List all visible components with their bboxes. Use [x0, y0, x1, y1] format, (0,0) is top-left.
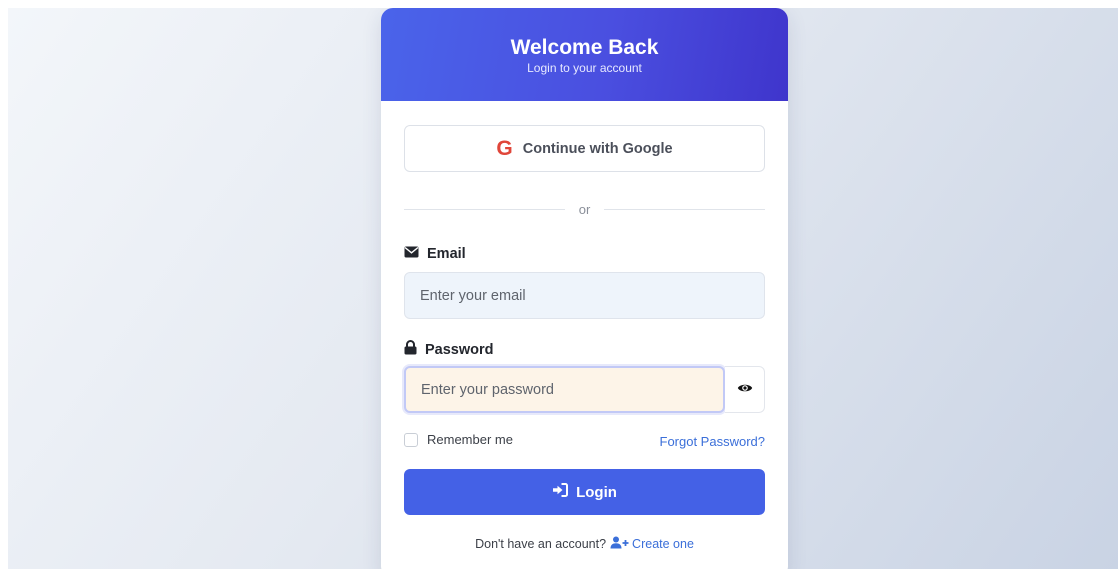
- remember-me-label: Remember me: [427, 432, 513, 447]
- signup-prompt-text: Don't have an account?: [475, 537, 607, 551]
- remember-me[interactable]: Remember me: [404, 432, 513, 447]
- signup-prompt: Don't have an account? Create one: [381, 536, 788, 552]
- create-account-link[interactable]: Create one: [610, 536, 694, 552]
- card-header: Welcome Back Login to your account: [381, 8, 788, 101]
- email-label-text: Email: [427, 246, 466, 262]
- user-plus-icon: [610, 536, 629, 552]
- page-subtitle: Login to your account: [527, 61, 642, 75]
- login-card: Welcome Back Login to your account G Con…: [381, 8, 788, 569]
- password-input[interactable]: [404, 366, 725, 413]
- sign-in-icon: [552, 483, 569, 501]
- divider-line-right: [604, 208, 765, 210]
- eye-icon: [737, 381, 753, 399]
- lock-icon: [404, 340, 417, 359]
- login-button-label: Login: [576, 483, 617, 501]
- toggle-password-visibility-button[interactable]: [725, 366, 765, 413]
- envelope-icon: [404, 246, 419, 262]
- or-divider: or: [404, 201, 765, 217]
- divider-line-left: [404, 208, 565, 210]
- create-account-link-text: Create one: [632, 537, 694, 551]
- remember-me-checkbox[interactable]: [404, 432, 418, 447]
- continue-with-google-button[interactable]: G Continue with Google: [404, 125, 765, 172]
- password-label: Password: [404, 340, 494, 359]
- forgot-password-link[interactable]: Forgot Password?: [660, 434, 766, 449]
- page-title: Welcome Back: [510, 36, 659, 59]
- email-input[interactable]: [404, 272, 765, 319]
- google-button-label: Continue with Google: [522, 140, 673, 157]
- login-button[interactable]: Login: [404, 469, 765, 515]
- email-label: Email: [404, 246, 466, 262]
- google-icon: G: [496, 137, 513, 160]
- password-label-text: Password: [425, 341, 494, 358]
- divider-text: or: [578, 201, 591, 217]
- page-background: Welcome Back Login to your account G Con…: [8, 8, 1118, 569]
